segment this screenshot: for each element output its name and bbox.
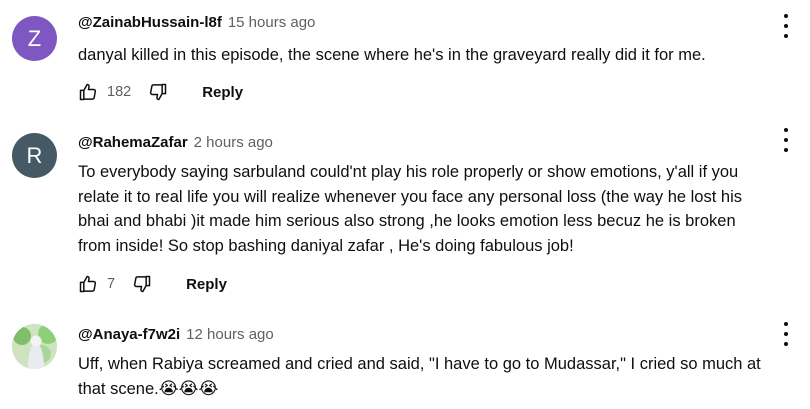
dislike-icon[interactable] (148, 82, 168, 102)
like-icon[interactable] (78, 82, 98, 102)
comment-text-line: Uff, when Rabiya screamed and cried and … (78, 355, 761, 373)
comment-text-line-last: that scene.😭😭😭 (78, 377, 778, 402)
like-count: 182 (107, 84, 132, 100)
dislike-icon[interactable] (132, 274, 152, 294)
comment-author-handle[interactable]: @Anaya-f7w2i (78, 326, 180, 343)
reply-button[interactable]: Reply (202, 84, 243, 101)
comment-text-fragment: that scene. (78, 379, 159, 398)
avatar-letter: R (26, 142, 43, 168)
comment-text: danyal killed in this episode, the scene… (78, 43, 778, 68)
comment-menu-button[interactable] (782, 128, 790, 152)
menu-dot (784, 342, 788, 346)
comment-author-handle[interactable]: @RahemaZafar (78, 134, 188, 151)
comment-menu-button[interactable] (782, 14, 790, 38)
avatar-photo (12, 324, 57, 369)
menu-dot (784, 14, 788, 18)
avatar[interactable]: R (12, 133, 57, 178)
menu-dot (784, 332, 788, 336)
avatar-letter: Z (27, 25, 42, 51)
comment-text: Uff, when Rabiya screamed and cried and … (78, 352, 778, 401)
comment-timestamp[interactable]: 2 hours ago (194, 134, 273, 151)
menu-dot (784, 322, 788, 326)
comment-author-handle[interactable]: @ZainabHussain-l8f (78, 14, 222, 31)
reply-button[interactable]: Reply (186, 276, 227, 293)
comment-timestamp[interactable]: 15 hours ago (228, 14, 316, 31)
comment-text-line: danyal killed in this episode, the scene… (78, 46, 706, 64)
avatar[interactable] (12, 324, 57, 369)
comment-text-line: bhai and bhabi )it made him serious also… (78, 212, 736, 230)
avatar[interactable]: Z (12, 16, 57, 61)
crying-face-emoji: 😭😭😭 (158, 378, 219, 398)
comment-text: To everybody saying sarbuland could'nt p… (78, 160, 778, 258)
comment-text-line: To everybody saying sarbuland could'nt p… (78, 163, 739, 181)
comment-menu-button[interactable] (782, 322, 790, 346)
comment-text-line: from inside! So stop bashing daniyal zaf… (78, 236, 574, 255)
like-count: 7 (107, 276, 116, 292)
comment-timestamp[interactable]: 12 hours ago (186, 326, 274, 343)
like-icon[interactable] (78, 274, 98, 294)
menu-dot (784, 148, 788, 152)
menu-dot (784, 34, 788, 38)
menu-dot (784, 128, 788, 132)
menu-dot (784, 138, 788, 142)
comment-text-line: relate it to real life you will realize … (78, 187, 742, 206)
menu-dot (784, 24, 788, 28)
